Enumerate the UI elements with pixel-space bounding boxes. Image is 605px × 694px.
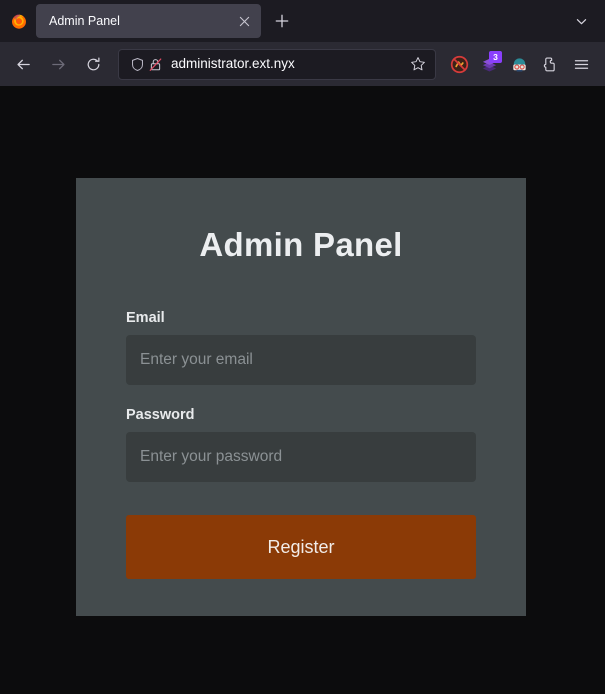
lock-crossed-out-icon[interactable] (146, 55, 164, 73)
avatar-goggles-icon[interactable] (504, 49, 534, 79)
forward-button[interactable] (43, 49, 74, 80)
close-icon[interactable] (233, 10, 255, 32)
page-title: Admin Panel (199, 226, 403, 263)
shield-icon[interactable] (128, 55, 146, 73)
password-label: Password (126, 407, 195, 423)
browser-tab[interactable]: Admin Panel (36, 4, 261, 38)
firefox-logo (2, 0, 36, 42)
password-input[interactable] (126, 432, 476, 482)
back-button[interactable] (8, 49, 39, 80)
chevron-down-icon (576, 18, 586, 24)
reload-icon (87, 56, 100, 70)
lock-crossed-out-icon-glyph (149, 57, 161, 71)
password-field-group: Password (126, 407, 476, 482)
shield-icon-glyph (131, 57, 143, 71)
email-field-group: Email (126, 310, 476, 385)
star-icon[interactable] (407, 53, 429, 75)
list-all-tabs-button[interactable] (566, 6, 596, 36)
layers-icon[interactable]: 3 (474, 49, 504, 79)
hamburger-menu-icon[interactable] (566, 49, 597, 80)
tab-strip: Admin Panel (0, 0, 605, 42)
address-bar[interactable]: administrator.ext.nyx (118, 48, 436, 80)
plus-icon (275, 14, 289, 28)
avatar-goggles-icon-glyph (512, 57, 526, 72)
email-input[interactable] (126, 335, 476, 385)
reload-button[interactable] (78, 49, 109, 80)
tab-title: Admin Panel (49, 14, 120, 28)
close-icon-glyph (239, 16, 249, 26)
register-button[interactable]: Register (126, 515, 476, 579)
adblock-icon-glyph (450, 55, 468, 73)
back-arrow-icon (17, 59, 30, 69)
star-icon-glyph (411, 57, 425, 71)
page-viewport: Admin Panel Email Password Register (0, 86, 605, 694)
url-text[interactable]: administrator.ext.nyx (164, 57, 407, 71)
forward-arrow-icon (52, 59, 65, 69)
adblock-icon[interactable] (444, 49, 474, 79)
hamburger-menu-icon-glyph (574, 59, 589, 69)
extensions-puzzle-icon[interactable] (534, 49, 564, 79)
layers-badge-count: 3 (489, 51, 502, 63)
admin-panel-card: Admin Panel Email Password Register (76, 178, 526, 616)
new-tab-button[interactable] (267, 6, 297, 36)
email-label: Email (126, 310, 165, 326)
navigation-toolbar: administrator.ext.nyx 3 (0, 42, 605, 86)
browser-window: Admin Panel administrator.ext.nyx 3 Admi… (0, 0, 605, 694)
extensions-puzzle-icon-glyph (543, 56, 555, 71)
firefox-logo-icon (12, 14, 26, 29)
